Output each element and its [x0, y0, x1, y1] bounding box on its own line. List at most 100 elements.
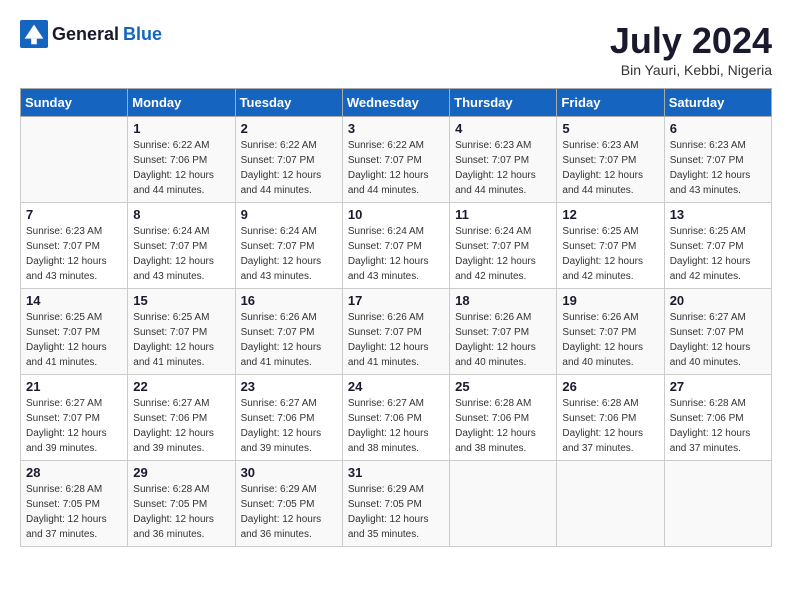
day-number: 18 — [455, 293, 551, 308]
calendar-cell: 8Sunrise: 6:24 AMSunset: 7:07 PMDaylight… — [128, 203, 235, 289]
cell-sun-info: Sunrise: 6:22 AMSunset: 7:07 PMDaylight:… — [241, 138, 337, 198]
cell-sun-info: Sunrise: 6:23 AMSunset: 7:07 PMDaylight:… — [455, 138, 551, 198]
header-day-sunday: Sunday — [21, 89, 128, 117]
calendar-cell: 31 Sunrise: 6:29 AMSunset: 7:05 PMDayligh… — [342, 461, 449, 547]
day-number: 28 — [26, 465, 122, 480]
logo: GeneralBlue — [20, 20, 162, 48]
day-number: 26 — [562, 379, 658, 394]
calendar-cell: 22 Sunrise: 6:27 AMSunset: 7:06 PMDayligh… — [128, 375, 235, 461]
calendar-week-row: 28 Sunrise: 6:28 AMSunset: 7:05 PMDayligh… — [21, 461, 772, 547]
cell-sun-info: Sunrise: 6:26 AMSunset: 7:07 PMDaylight:… — [562, 310, 658, 370]
day-number: 6 — [670, 121, 766, 136]
calendar-cell: 3 Sunrise: 6:22 AMSunset: 7:07 PMDaylight… — [342, 117, 449, 203]
calendar-cell: 23 Sunrise: 6:27 AMSunset: 7:06 PMDayligh… — [235, 375, 342, 461]
cell-sun-info: Sunrise: 6:27 AMSunset: 7:07 PMDaylight:… — [670, 310, 766, 370]
day-number: 16 — [241, 293, 337, 308]
day-number: 30 — [241, 465, 337, 480]
calendar-cell: 2 Sunrise: 6:22 AMSunset: 7:07 PMDaylight… — [235, 117, 342, 203]
day-number: 25 — [455, 379, 551, 394]
cell-sun-info: Sunrise: 6:25 AMSunset: 7:07 PMDaylight:… — [670, 224, 766, 284]
calendar-cell: 25 Sunrise: 6:28 AMSunset: 7:06 PMDayligh… — [450, 375, 557, 461]
day-number: 24 — [348, 379, 444, 394]
day-number: 19 — [562, 293, 658, 308]
calendar-cell: 17Sunrise: 6:26 AMSunset: 7:07 PMDayligh… — [342, 289, 449, 375]
calendar-cell: 19 Sunrise: 6:26 AMSunset: 7:07 PMDayligh… — [557, 289, 664, 375]
header-day-monday: Monday — [128, 89, 235, 117]
cell-sun-info: Sunrise: 6:24 AMSunset: 7:07 PMDaylight:… — [455, 224, 551, 284]
day-number: 5 — [562, 121, 658, 136]
cell-sun-info: Sunrise: 6:27 AMSunset: 7:06 PMDaylight:… — [133, 396, 229, 456]
header-day-tuesday: Tuesday — [235, 89, 342, 117]
calendar-cell: 24 Sunrise: 6:27 AMSunset: 7:06 PMDayligh… — [342, 375, 449, 461]
cell-sun-info: Sunrise: 6:23 AMSunset: 7:07 PMDaylight:… — [26, 224, 122, 284]
day-number: 20 — [670, 293, 766, 308]
day-number: 10 — [348, 207, 444, 222]
calendar-cell: 6 Sunrise: 6:23 AMSunset: 7:07 PMDaylight… — [664, 117, 771, 203]
calendar-cell: 1 Sunrise: 6:22 AMSunset: 7:06 PMDaylight… — [128, 117, 235, 203]
day-number: 17 — [348, 293, 444, 308]
calendar-week-row: 14 Sunrise: 6:25 AMSunset: 7:07 PMDayligh… — [21, 289, 772, 375]
calendar-cell: 7 Sunrise: 6:23 AMSunset: 7:07 PMDaylight… — [21, 203, 128, 289]
calendar-cell: 9Sunrise: 6:24 AMSunset: 7:07 PMDaylight… — [235, 203, 342, 289]
day-number: 4 — [455, 121, 551, 136]
calendar-cell: 11 Sunrise: 6:24 AMSunset: 7:07 PMDayligh… — [450, 203, 557, 289]
cell-sun-info: Sunrise: 6:24 AMSunset: 7:07 PMDaylight:… — [348, 224, 444, 284]
day-number: 23 — [241, 379, 337, 394]
calendar-cell: 12 Sunrise: 6:25 AMSunset: 7:07 PMDayligh… — [557, 203, 664, 289]
cell-sun-info: Sunrise: 6:22 AMSunset: 7:06 PMDaylight:… — [133, 138, 229, 198]
logo-general-text: General — [52, 24, 119, 45]
cell-sun-info: Sunrise: 6:28 AMSunset: 7:05 PMDaylight:… — [26, 482, 122, 542]
calendar-cell: 20 Sunrise: 6:27 AMSunset: 7:07 PMDayligh… — [664, 289, 771, 375]
header-day-thursday: Thursday — [450, 89, 557, 117]
month-year-title: July 2024 — [610, 20, 772, 62]
calendar-cell: 26 Sunrise: 6:28 AMSunset: 7:06 PMDayligh… — [557, 375, 664, 461]
cell-sun-info: Sunrise: 6:27 AMSunset: 7:06 PMDaylight:… — [241, 396, 337, 456]
logo-blue-text: Blue — [123, 24, 162, 45]
cell-sun-info: Sunrise: 6:29 AMSunset: 7:05 PMDaylight:… — [348, 482, 444, 542]
cell-sun-info: Sunrise: 6:24 AMSunset: 7:07 PMDaylight:… — [241, 224, 337, 284]
calendar-cell: 21Sunrise: 6:27 AMSunset: 7:07 PMDayligh… — [21, 375, 128, 461]
cell-sun-info: Sunrise: 6:25 AMSunset: 7:07 PMDaylight:… — [26, 310, 122, 370]
calendar-cell: 30 Sunrise: 6:29 AMSunset: 7:05 PMDayligh… — [235, 461, 342, 547]
day-number: 11 — [455, 207, 551, 222]
calendar-table: SundayMondayTuesdayWednesdayThursdayFrid… — [20, 88, 772, 547]
day-number: 2 — [241, 121, 337, 136]
calendar-cell — [21, 117, 128, 203]
calendar-cell: 28 Sunrise: 6:28 AMSunset: 7:05 PMDayligh… — [21, 461, 128, 547]
page-header: GeneralBlue July 2024 Bin Yauri, Kebbi, … — [20, 20, 772, 78]
calendar-cell: 18Sunrise: 6:26 AMSunset: 7:07 PMDayligh… — [450, 289, 557, 375]
day-number: 14 — [26, 293, 122, 308]
day-number: 7 — [26, 207, 122, 222]
cell-sun-info: Sunrise: 6:28 AMSunset: 7:06 PMDaylight:… — [455, 396, 551, 456]
cell-sun-info: Sunrise: 6:27 AMSunset: 7:06 PMDaylight:… — [348, 396, 444, 456]
header-day-wednesday: Wednesday — [342, 89, 449, 117]
cell-sun-info: Sunrise: 6:23 AMSunset: 7:07 PMDaylight:… — [670, 138, 766, 198]
location-subtitle: Bin Yauri, Kebbi, Nigeria — [610, 62, 772, 78]
day-number: 1 — [133, 121, 229, 136]
day-number: 12 — [562, 207, 658, 222]
calendar-week-row: 7 Sunrise: 6:23 AMSunset: 7:07 PMDaylight… — [21, 203, 772, 289]
cell-sun-info: Sunrise: 6:23 AMSunset: 7:07 PMDaylight:… — [562, 138, 658, 198]
calendar-cell: 15Sunrise: 6:25 AMSunset: 7:07 PMDayligh… — [128, 289, 235, 375]
cell-sun-info: Sunrise: 6:28 AMSunset: 7:06 PMDaylight:… — [562, 396, 658, 456]
logo-icon — [20, 20, 48, 48]
cell-sun-info: Sunrise: 6:29 AMSunset: 7:05 PMDaylight:… — [241, 482, 337, 542]
cell-sun-info: Sunrise: 6:28 AMSunset: 7:05 PMDaylight:… — [133, 482, 229, 542]
calendar-cell — [664, 461, 771, 547]
calendar-cell — [557, 461, 664, 547]
day-number: 27 — [670, 379, 766, 394]
day-number: 22 — [133, 379, 229, 394]
day-number: 29 — [133, 465, 229, 480]
day-number: 31 — [348, 465, 444, 480]
cell-sun-info: Sunrise: 6:25 AMSunset: 7:07 PMDaylight:… — [562, 224, 658, 284]
title-block: July 2024 Bin Yauri, Kebbi, Nigeria — [610, 20, 772, 78]
cell-sun-info: Sunrise: 6:25 AMSunset: 7:07 PMDaylight:… — [133, 310, 229, 370]
cell-sun-info: Sunrise: 6:28 AMSunset: 7:06 PMDaylight:… — [670, 396, 766, 456]
calendar-cell: 14 Sunrise: 6:25 AMSunset: 7:07 PMDayligh… — [21, 289, 128, 375]
header-day-friday: Friday — [557, 89, 664, 117]
day-number: 8 — [133, 207, 229, 222]
day-number: 3 — [348, 121, 444, 136]
cell-sun-info: Sunrise: 6:22 AMSunset: 7:07 PMDaylight:… — [348, 138, 444, 198]
cell-sun-info: Sunrise: 6:27 AMSunset: 7:07 PMDaylight:… — [26, 396, 122, 456]
calendar-cell — [450, 461, 557, 547]
